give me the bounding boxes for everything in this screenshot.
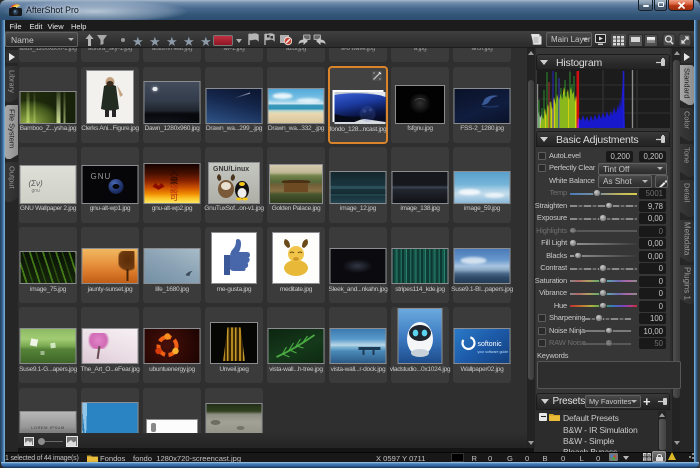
- svg-text:your software guide: your software guide: [478, 350, 509, 354]
- svg-text:softonic: softonic: [478, 341, 503, 348]
